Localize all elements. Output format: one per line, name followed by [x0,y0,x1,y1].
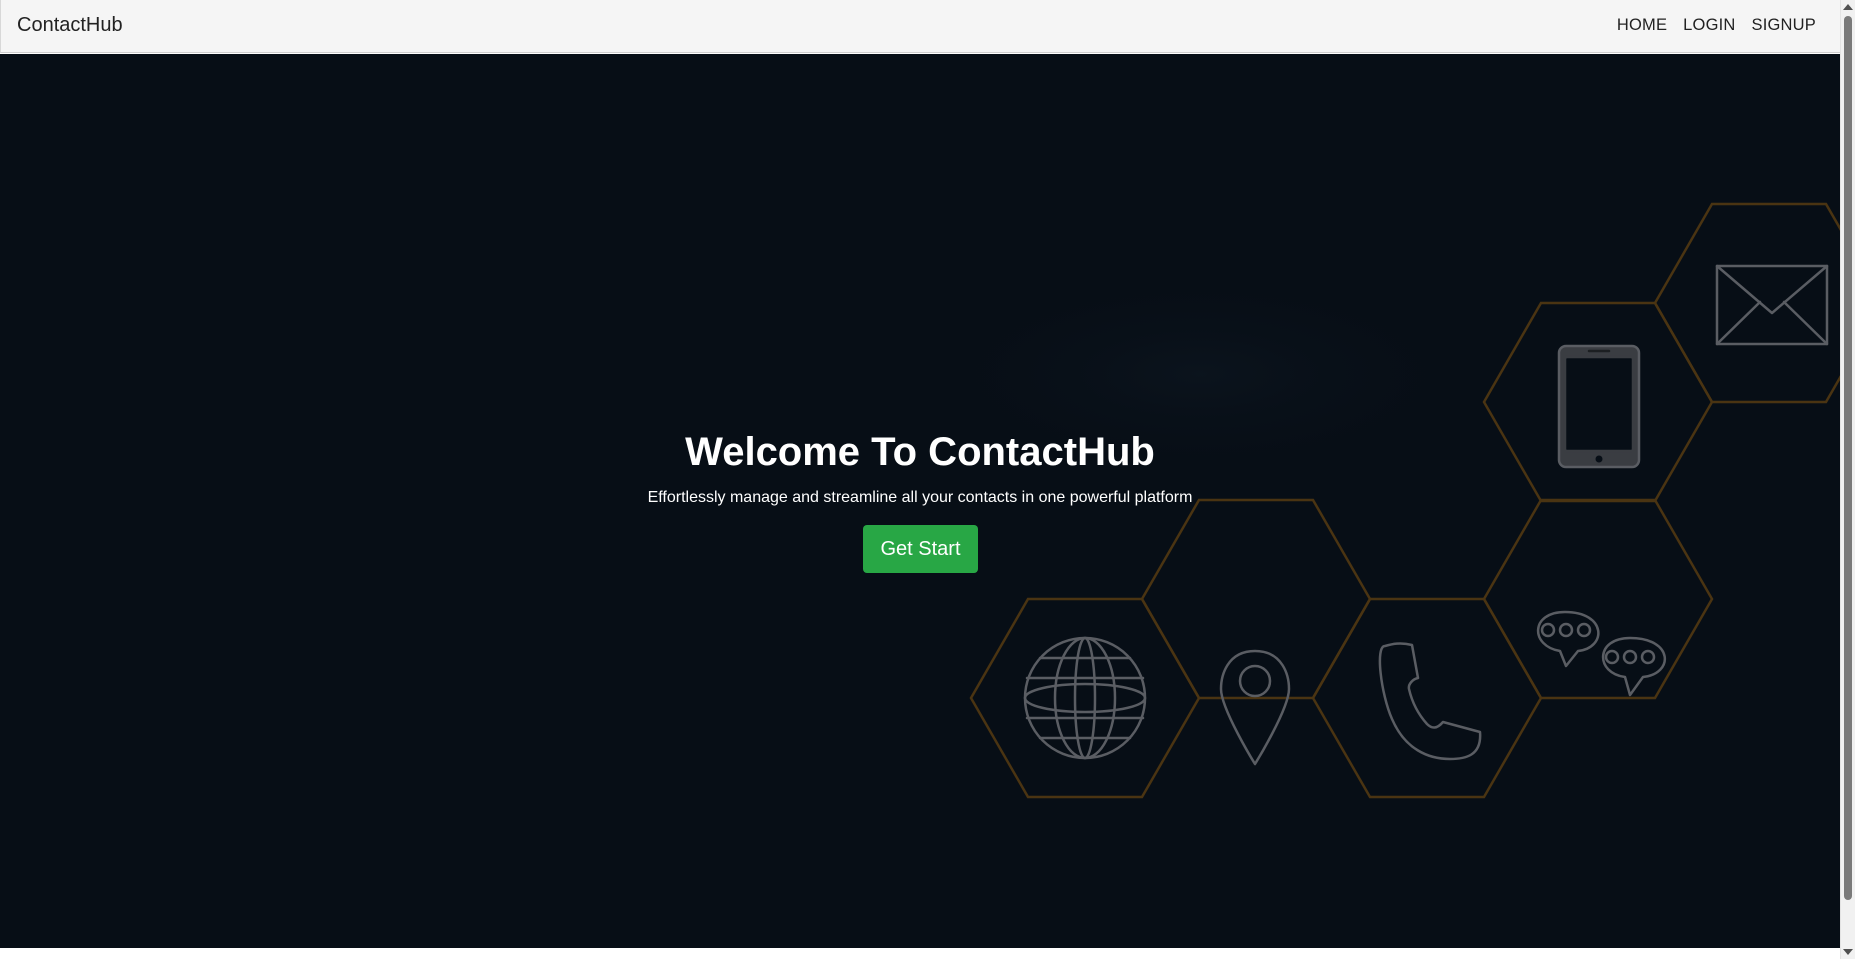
navbar: ContactHub HOME LOGIN SIGNUP [0,0,1840,53]
nav-signup-link[interactable]: SIGNUP [1752,16,1816,35]
scrollbar-thumb[interactable] [1844,16,1852,900]
get-start-button[interactable]: Get Start [863,525,978,573]
vertical-scrollbar[interactable] [1840,0,1855,959]
nav-links: HOME LOGIN SIGNUP [1617,16,1816,35]
scroll-down-icon[interactable] [1843,949,1853,955]
bottom-strip [0,948,1840,959]
chat-bubbles-icon [1536,610,1667,697]
phone-icon [1378,642,1482,761]
hero-section: Welcome To ContactHub Effortlessly manag… [0,54,1840,948]
nav-login-link[interactable]: LOGIN [1683,16,1735,35]
brand-link[interactable]: ContactHub [17,14,123,37]
hero-title: Welcome To ContactHub [685,430,1155,474]
hero-subtitle: Effortlessly manage and streamline all y… [647,489,1193,506]
page: ContactHub HOME LOGIN SIGNUP Welcome To … [0,0,1855,959]
globe-icon [1023,636,1147,760]
location-pin-icon [1219,649,1291,766]
envelope-icon [1715,264,1829,346]
scroll-up-icon[interactable] [1843,4,1853,10]
nav-home-link[interactable]: HOME [1617,16,1667,35]
